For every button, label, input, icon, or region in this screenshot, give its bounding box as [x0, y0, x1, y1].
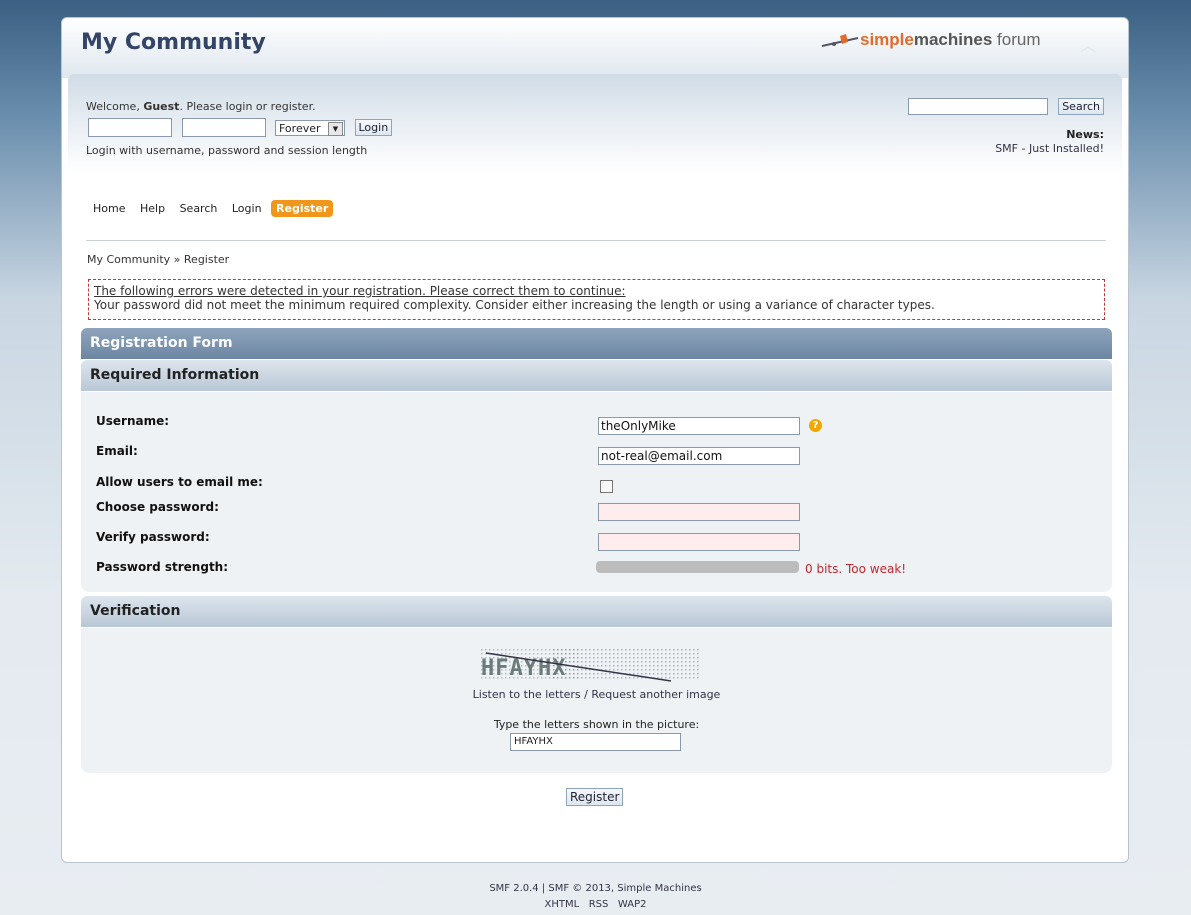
username-input[interactable] [88, 118, 172, 137]
footer-link-wap2[interactable]: WAP2 [618, 899, 647, 910]
menu-item-home[interactable]: Home [88, 200, 130, 217]
forum-container: My Community simplemachines forum ︿ Welc… [61, 17, 1129, 863]
verify-password-label: Verify password: [96, 530, 210, 544]
captcha-prompt: Type the letters shown in the picture: [493, 718, 700, 731]
news-text: SMF - Just Installed! [995, 142, 1104, 155]
login-hint: Login with username, password and sessio… [86, 144, 368, 157]
email-field[interactable]: not-real@email.com [598, 447, 800, 465]
session-length-select[interactable]: Forever ▼ [275, 119, 345, 136]
allow-email-checkbox[interactable] [600, 480, 613, 493]
captcha-image: HFAYHX [481, 647, 701, 682]
welcome-suffix[interactable]: . Please login or register. [179, 100, 315, 113]
chevron-down-icon: ▼ [328, 121, 343, 136]
news-label: News: [1066, 128, 1104, 141]
verification-header: Verification [81, 596, 1112, 627]
error-title: The following errors were detected in yo… [94, 284, 626, 298]
site-title[interactable]: My Community [81, 30, 266, 55]
smf-logo-icon [821, 34, 859, 47]
footer-copyright[interactable]: SMF 2.0.4 | SMF © 2013, Simple Machines [0, 883, 1191, 894]
password-strength-label: Password strength: [96, 560, 229, 574]
choose-password-field[interactable] [598, 503, 800, 521]
username-field[interactable]: theOnlyMike [598, 417, 800, 435]
footer-links: XHTML RSS WAP2 [0, 899, 1191, 910]
email-label: Email: [96, 444, 138, 458]
footer-link-rss[interactable]: RSS [589, 899, 609, 910]
verification-panel: HFAYHX Listen to the letters / Request a… [81, 628, 1112, 773]
registration-form-header: Registration Form [81, 328, 1112, 359]
logo-forum: forum [992, 30, 1041, 49]
username-label: Username: [96, 414, 170, 428]
smf-logo[interactable]: simplemachines forum [820, 30, 1060, 56]
search-form: Search [908, 98, 1104, 115]
breadcrumb-root[interactable]: My Community [87, 253, 170, 266]
logo-machines: machines [913, 30, 993, 49]
main-menu: Home Help Search Login Register [88, 200, 334, 217]
error-message: Your password did not meet the minimum r… [94, 298, 935, 312]
login-button[interactable]: Login [354, 119, 393, 136]
welcome-guest: Guest [143, 100, 180, 113]
quick-login-form: Forever ▼ Login [88, 118, 393, 137]
welcome-text: Welcome, Guest. Please login or register… [86, 100, 316, 113]
required-info-header: Required Information [81, 360, 1112, 391]
logo-simple: simple [860, 30, 914, 49]
request-image-link[interactable]: Request another image [591, 688, 720, 701]
main-content: Welcome, Guest. Please login or register… [68, 74, 1122, 852]
welcome-prefix: Welcome, [86, 100, 144, 113]
listen-link[interactable]: Listen to the letters [473, 688, 581, 701]
error-box: The following errors were detected in yo… [88, 279, 1105, 320]
password-input[interactable] [181, 118, 266, 137]
password-strength-bar [596, 561, 799, 573]
search-button[interactable]: Search [1058, 98, 1104, 115]
footer-link-xhtml[interactable]: XHTML [544, 899, 579, 910]
captcha-input[interactable]: HFAYHX [510, 733, 681, 751]
choose-password-label: Choose password: [96, 500, 219, 514]
allow-email-label: Allow users to email me: [96, 475, 263, 489]
menu-item-help[interactable]: Help [135, 200, 170, 217]
required-info-panel: Username: theOnlyMike ? Email: not-real@… [81, 392, 1112, 592]
menu-item-login[interactable]: Login [227, 200, 267, 217]
breadcrumb: My Community » Register [87, 253, 229, 266]
header: My Community simplemachines forum ︿ [62, 18, 1128, 78]
menu-item-search[interactable]: Search [175, 200, 223, 217]
search-input[interactable] [908, 98, 1049, 115]
divider [86, 240, 1106, 241]
verify-password-field[interactable] [598, 533, 800, 551]
collapse-header-icon[interactable]: ︿ [1080, 32, 1096, 56]
session-length-value: Forever [279, 121, 321, 135]
captcha-links: Listen to the letters / Request another … [81, 688, 1112, 701]
captcha-separator: / [580, 688, 592, 701]
breadcrumb-separator: » [170, 253, 184, 266]
help-icon[interactable]: ? [809, 419, 822, 432]
breadcrumb-current[interactable]: Register [184, 253, 229, 266]
captcha-text: HFAYHX [481, 656, 566, 681]
menu-item-register[interactable]: Register [271, 200, 334, 217]
password-strength-text: 0 bits. Too weak! [805, 562, 907, 576]
register-button[interactable]: Register [566, 788, 624, 806]
